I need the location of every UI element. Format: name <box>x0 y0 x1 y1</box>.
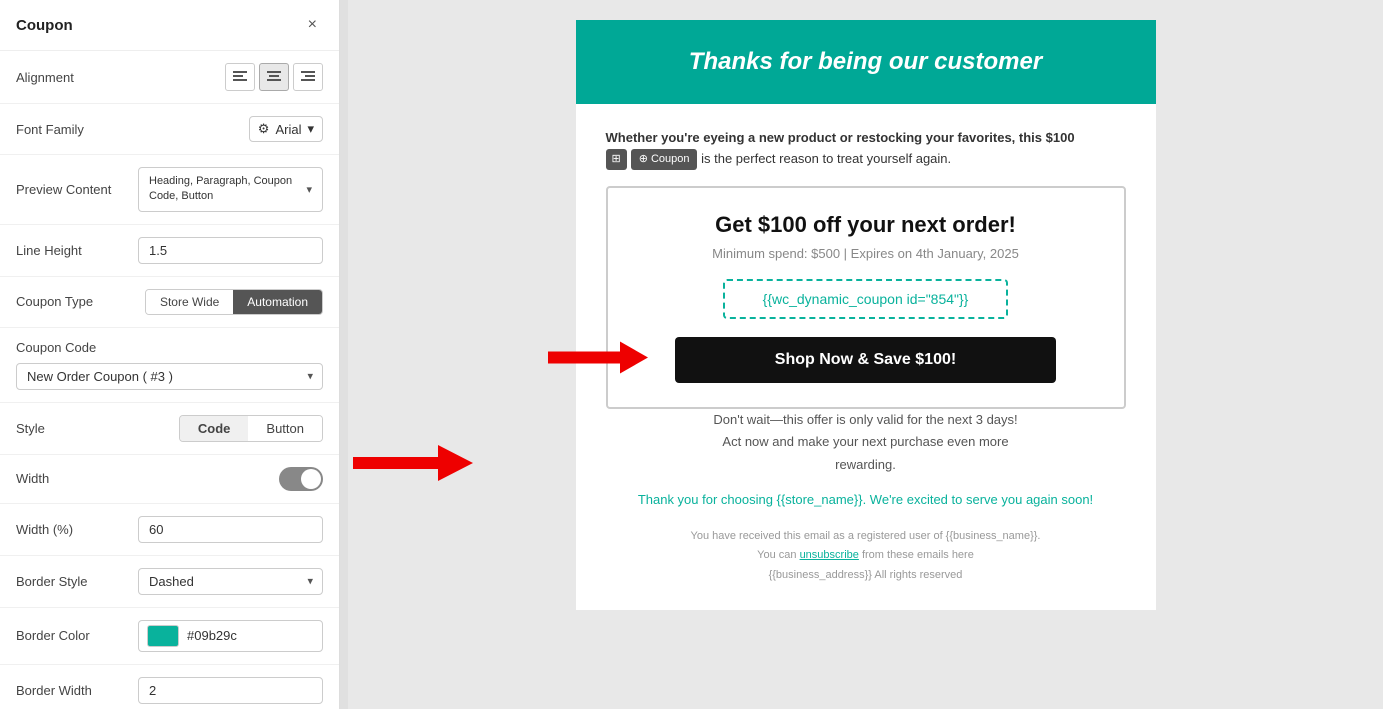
email-body: Whether you're eyeing a new product or r… <box>576 104 1156 610</box>
coupon-block: Get $100 off your next order! Minimum sp… <box>606 186 1126 409</box>
border-style-select-wrapper: Dashed Solid Dotted None <box>138 568 323 595</box>
code-style-button[interactable]: Code <box>180 416 249 441</box>
border-style-row: Border Style Dashed Solid Dotted None <box>0 556 339 608</box>
legal-line3: {{business_address}} All rights reserved <box>606 566 1126 586</box>
close-button[interactable]: × <box>302 14 323 36</box>
coupon-code-row: Coupon Code New Order Coupon ( #3 ) <box>0 328 339 403</box>
alignment-controls <box>225 63 323 91</box>
coupon-toolbar-inline: ⊞ ⊕ Coupon <box>606 149 698 171</box>
coupon-type-label: Coupon Type <box>16 294 93 309</box>
border-color-swatch[interactable] <box>147 625 179 647</box>
style-toggle: Code Button <box>179 415 323 442</box>
chevron-down-icon: ▾ <box>306 183 312 196</box>
chevron-down-icon: ▾ <box>307 121 314 137</box>
width-percent-row: Width (%) <box>0 504 339 556</box>
border-width-label: Border Width <box>16 683 92 698</box>
preview-content-row: Preview Content Heading, Paragraph, Coup… <box>0 155 339 225</box>
email-thank-you: Thank you for choosing {{store_name}}. W… <box>606 492 1126 507</box>
border-color-label: Border Color <box>16 628 90 643</box>
preview-content-value: Heading, Paragraph, Coupon Code, Button <box>149 174 306 205</box>
legal-line2: You can unsubscribe from these emails he… <box>606 546 1126 566</box>
border-style-select[interactable]: Dashed Solid Dotted None <box>138 568 323 595</box>
font-family-control[interactable]: ⚙ Arial ▾ <box>249 116 323 142</box>
button-arrow <box>548 342 648 379</box>
grid-toolbar-btn[interactable]: ⊞ <box>606 149 627 171</box>
alignment-row: Alignment <box>0 51 339 104</box>
width-label: Width <box>16 471 49 486</box>
coupon-type-row: Coupon Type Store Wide Automation <box>0 277 339 328</box>
email-legal: You have received this email as a regist… <box>606 527 1126 586</box>
align-right-button[interactable] <box>293 63 323 91</box>
align-left-button[interactable] <box>225 63 255 91</box>
border-style-label: Border Style <box>16 574 88 589</box>
border-width-input[interactable] <box>138 677 323 704</box>
preview-area: Thanks for being our customer Whether yo… <box>348 0 1383 709</box>
style-label: Style <box>16 421 45 436</box>
coupon-subtitle: Minimum spend: $500 | Expires on 4th Jan… <box>628 246 1104 261</box>
preview-content-control[interactable]: Heading, Paragraph, Coupon Code, Button … <box>138 167 323 212</box>
intro-suffix: is the perfect reason to treat yourself … <box>701 151 951 166</box>
email-preview: Thanks for being our customer Whether yo… <box>348 0 1383 709</box>
legal-2b: from these emails here <box>862 549 974 561</box>
border-color-value: #09b29c <box>187 628 314 643</box>
coupon-toolbar-btn[interactable]: ⊕ Coupon <box>631 149 698 171</box>
email-intro: Whether you're eyeing a new product or r… <box>606 128 1126 170</box>
panel-divider <box>340 0 348 709</box>
preview-content-label: Preview Content <box>16 182 111 197</box>
border-color-row: Border Color #09b29c <box>0 608 339 665</box>
email-header-text: Thanks for being our customer <box>606 48 1126 76</box>
shop-now-button[interactable]: Shop Now & Save $100! <box>675 337 1056 383</box>
coupon-code-label: Coupon Code <box>16 340 96 355</box>
coupon-type-toggle: Store Wide Automation <box>145 289 323 315</box>
move-icon: ⊕ <box>639 151 648 169</box>
center-arrow <box>353 445 473 486</box>
width-row: Width <box>0 455 339 504</box>
align-center-button[interactable] <box>259 63 289 91</box>
style-row: Style Code Button <box>0 403 339 455</box>
border-color-input[interactable]: #09b29c <box>138 620 323 652</box>
automation-button[interactable]: Automation <box>233 290 322 314</box>
coupon-code-select[interactable]: New Order Coupon ( #3 ) <box>16 363 323 390</box>
shop-button-wrapper: Shop Now & Save $100! <box>628 337 1104 383</box>
font-settings-icon: ⚙ <box>258 121 270 137</box>
coupon-title: Get $100 off your next order! <box>628 212 1104 238</box>
email-intro-strong: Whether you're eyeing a new product or r… <box>606 130 1075 145</box>
width-percent-label: Width (%) <box>16 522 73 537</box>
email-header: Thanks for being our customer <box>576 20 1156 104</box>
legal-line1: You have received this email as a regist… <box>606 527 1126 547</box>
panel-header: Coupon × <box>0 0 339 51</box>
line-height-input[interactable] <box>138 237 323 264</box>
footer-line1: Don't wait—this offer is only valid for … <box>713 412 1017 427</box>
email-footer-text: Don't wait—this offer is only valid for … <box>606 409 1126 475</box>
footer-line3: rewarding. <box>835 457 896 472</box>
coupon-code-select-wrapper: New Order Coupon ( #3 ) <box>16 363 323 390</box>
width-percent-input[interactable] <box>138 516 323 543</box>
font-family-label: Font Family <box>16 122 84 137</box>
font-family-row: Font Family ⚙ Arial ▾ <box>0 104 339 155</box>
border-width-row: Border Width <box>0 665 339 709</box>
font-family-value: Arial <box>275 122 301 137</box>
line-height-label: Line Height <box>16 243 82 258</box>
alignment-label: Alignment <box>16 70 74 85</box>
coupon-label: Coupon <box>651 151 690 169</box>
settings-panel: Coupon × Alignment Font Family ⚙ Arial ▾… <box>0 0 340 709</box>
width-toggle[interactable] <box>279 467 323 491</box>
line-height-row: Line Height <box>0 225 339 277</box>
button-style-button[interactable]: Button <box>248 416 322 441</box>
unsubscribe-link[interactable]: unsubscribe <box>800 549 859 561</box>
panel-title: Coupon <box>16 17 73 34</box>
email-container: Thanks for being our customer Whether yo… <box>576 20 1156 610</box>
coupon-code-display: {{wc_dynamic_coupon id="854"}} <box>723 279 1009 319</box>
legal-you-can: You can <box>757 549 796 561</box>
store-wide-button[interactable]: Store Wide <box>146 290 233 314</box>
footer-line2: Act now and make your next purchase even… <box>722 434 1008 449</box>
